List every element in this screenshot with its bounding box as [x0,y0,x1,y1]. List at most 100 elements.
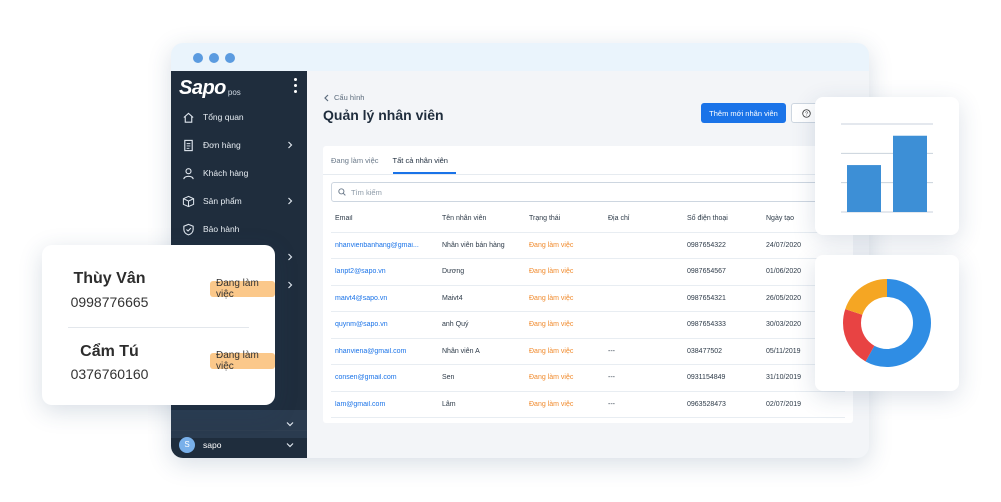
page-title: Quản lý nhân viên [323,107,444,123]
employee-name: Thùy Vân [73,270,146,287]
table-row[interactable]: nhanviena@gmail.com Nhân viên A Đang làm v… [331,339,845,365]
table-row[interactable]: lanpt2@sapo.vn Dương Đang làm việc 09876545… [331,259,845,286]
avatar: S [179,436,195,453]
tab-bar: Đang làm việc Tất cả nhân viên [331,146,462,174]
user-name: sapo [203,439,222,450]
sidebar-item-label: Đơn hàng [203,140,241,150]
status-badge: Đang làm việc [210,278,275,300]
employee-name: Cẩm Tú [80,343,139,360]
employee-table: Email Tên nhân viên Trạng thái Địa chỉ S… [331,206,845,418]
employee-phone: 0998776665 [70,294,149,310]
search-input[interactable] [351,187,651,197]
sidebar-item-products[interactable]: Sản phẩm [171,187,307,215]
more-menu-icon[interactable] [294,78,297,93]
search-box[interactable] [331,182,845,202]
employee-status-card: Thùy Vân 0998776665 Đang làm việc Cẩm Tú… [42,245,275,405]
cell-email[interactable]: maivt4@sapo.vn [331,295,442,302]
bar[interactable] [847,165,881,212]
logo-subtext: pos [227,88,241,97]
window-dot-minimize[interactable] [209,53,219,63]
sidebar-item-label: Tổng quan [203,112,244,122]
employee-list-card: Đang làm việc Tất cả nhân viên Email Tên… [323,146,853,423]
breadcrumb-label: Cấu hình [334,93,365,102]
sidebar-item-warranty[interactable]: Bảo hành [171,215,307,243]
chevron-right-icon [288,253,293,261]
column-header-address[interactable]: Địa chỉ [608,215,687,222]
question-icon: ? [802,108,811,118]
cell-email[interactable]: nhanvienbanhang@gmai... [331,242,442,249]
cell-created: 24/07/2020 [766,241,802,249]
shield-icon [181,222,195,236]
cell-phone: 0963528473 [687,400,726,408]
window-controls [193,53,235,63]
box-icon [181,194,195,208]
cell-status: Đang làm việc [529,241,574,249]
column-header-name[interactable]: Tên nhân viên [442,215,529,222]
sidebar-item-customers[interactable]: Khách hàng [171,159,307,187]
chevron-right-icon [288,197,293,205]
cell-email[interactable]: consen@gmail.com [331,374,442,381]
cell-name: Sen [442,374,455,382]
cell-phone: 0931154849 [687,374,726,382]
tab-divider [323,174,853,175]
bar[interactable] [893,135,927,212]
cell-created: 02/07/2019 [766,400,802,408]
column-header-email[interactable]: Email [331,215,442,222]
add-employee-button[interactable]: Thêm mới nhân viên [701,103,786,123]
employee-entry[interactable]: Cẩm Tú 0376760160 Đang làm việc [42,325,275,385]
cell-status: Đang làm việc [529,294,574,302]
window-dot-close[interactable] [193,53,203,63]
employee-entry[interactable]: Thùy Vân 0998776665 Đang làm việc [42,245,275,310]
cell-address: --- [608,400,615,408]
sidebar-item-overview[interactable]: Tổng quan [171,103,307,131]
cell-email[interactable]: lam@gmail.com [331,401,442,408]
cell-email[interactable]: quynm@sapo.vn [331,321,442,328]
cell-phone: 0987654321 [687,294,726,302]
chevron-down-icon [286,443,294,448]
donut-chart [843,279,931,367]
table-row[interactable]: nhanvienbanhang@gmai... Nhân viên bán hàn… [331,233,845,259]
sidebar-item-orders[interactable]: Đơn hàng [171,131,307,159]
svg-text:?: ? [805,111,808,117]
cell-name: Dương [442,268,465,276]
column-header-phone[interactable]: Số điện thoại [687,215,766,222]
donut-chart-card [815,255,959,391]
employee-phone: 0376760160 [70,366,149,382]
cell-name: Nhân viên A [442,347,480,355]
cell-address: --- [608,347,615,355]
cell-status: Đang làm việc [529,321,574,329]
cell-status: Đang làm việc [529,347,574,355]
column-header-status[interactable]: Trạng thái [529,215,608,222]
tab-working[interactable]: Đang làm việc [331,146,387,174]
cell-email[interactable]: lanpt2@sapo.vn [331,268,442,275]
cell-name: anh Quý [442,321,469,329]
tab-all-employees[interactable]: Tất cả nhân viên [392,146,457,174]
bar-chart [841,123,933,213]
cell-name: Nhân viên bán hàng [442,241,505,249]
breadcrumb[interactable]: Cấu hình [323,93,364,102]
user-menu[interactable]: S sapo [171,430,307,458]
cell-phone: 038477502 [687,347,723,355]
table-body: nhanvienbanhang@gmai... Nhân viên bán hàn… [331,233,845,418]
cell-status: Đang làm việc [529,268,574,276]
donut-slices [843,279,931,367]
logo-text: Sapo [179,77,226,99]
chevron-left-icon [324,94,329,101]
table-row[interactable]: quynm@sapo.vn anh Quý Đang làm việc 0987654… [331,312,845,339]
cell-phone: 0987654322 [687,241,726,249]
order-icon [181,138,195,152]
window-dot-maximize[interactable] [225,53,235,63]
table-header: Email Tên nhân viên Trạng thái Địa chỉ S… [331,206,845,233]
table-row[interactable]: consen@gmail.com Sen Đang làm việc --- 09311… [331,365,845,392]
chevron-down-icon [286,422,294,427]
logo[interactable]: Sapo pos [179,77,241,100]
sidebar-item-label: Bảo hành [203,224,240,234]
sidebar-item-label: Khách hàng [203,168,249,178]
cell-name: Lâm [442,400,456,408]
sidebar-item-label: Sản phẩm [203,196,242,206]
cell-email[interactable]: nhanviena@gmail.com [331,348,442,355]
user-icon [181,166,195,180]
table-row[interactable]: lam@gmail.com Lâm Đang làm việc --- 09635284… [331,392,845,418]
search-icon [338,188,346,196]
table-row[interactable]: maivt4@sapo.vn Maivt4 Đang làm việc 0987654… [331,286,845,312]
